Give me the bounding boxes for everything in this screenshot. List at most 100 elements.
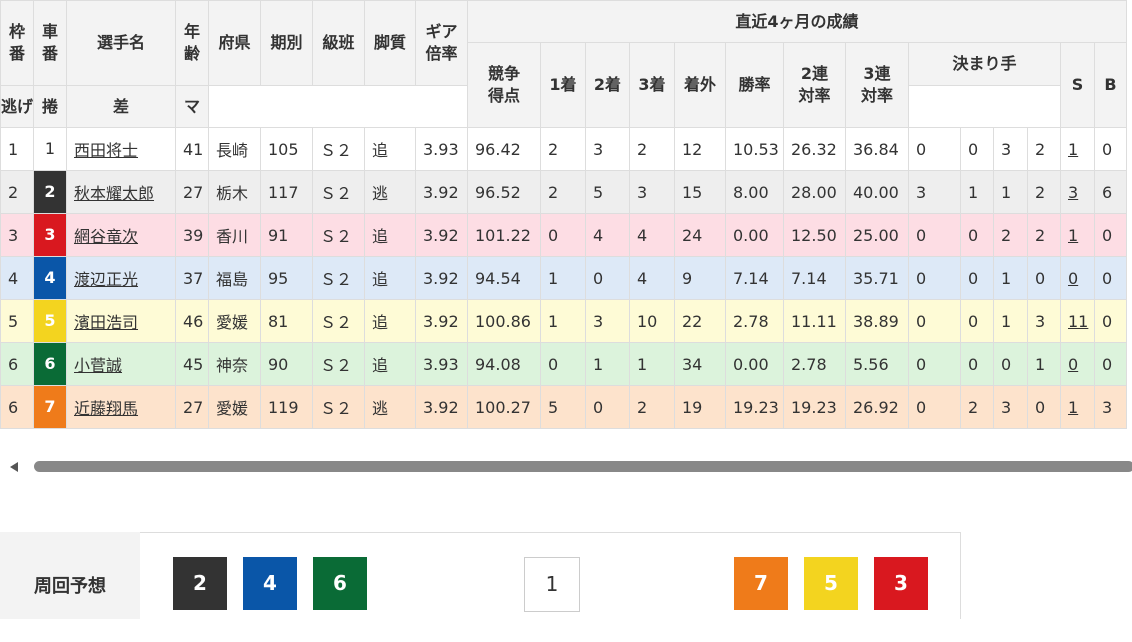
cell-cls: Ｓ２ [312, 170, 365, 214]
cell-s: 3 [1060, 170, 1095, 214]
cell-name: 渡辺正光 [66, 256, 176, 300]
cell-name: 小菅誠 [66, 342, 176, 386]
cell-out: 22 [674, 299, 726, 343]
car-number-badge: 5 [34, 300, 66, 342]
cell-sashi: 3 [993, 385, 1028, 429]
cell-waku: 2 [0, 170, 34, 214]
cell-age: 37 [175, 256, 209, 300]
cell-s: 0 [1060, 342, 1095, 386]
cell-gear: 3.93 [415, 127, 468, 171]
car-number-badge: 4 [34, 257, 66, 299]
horizontal-scrollbar[interactable] [0, 458, 1132, 476]
cell-score: 100.86 [467, 299, 541, 343]
cell-p2: 0 [585, 256, 630, 300]
header-r2: 2連 対率 [783, 42, 846, 128]
cell-p2: 5 [585, 170, 630, 214]
table-row: 2 2 秋本耀太郎 27 栃木 117 Ｓ２ 逃 3.92 96.52 2 5 3 15 8.00 28.00… [0, 170, 1127, 214]
header-makuri: 捲 [33, 85, 67, 128]
cell-s: 1 [1060, 127, 1095, 171]
s-count-link[interactable]: 0 [1068, 269, 1078, 288]
cell-sashi: 2 [993, 213, 1028, 257]
cell-makuri: 1 [960, 170, 994, 214]
header-out: 着外 [674, 42, 726, 128]
cell-sashi: 0 [993, 342, 1028, 386]
cell-r3: 25.00 [845, 213, 909, 257]
racer-name-link[interactable]: 渡辺正光 [74, 270, 138, 289]
header-p3: 3着 [629, 42, 675, 128]
cell-age: 46 [175, 299, 209, 343]
cell-p3: 3 [629, 170, 675, 214]
header-name: 選手名 [66, 0, 176, 86]
cell-p3: 4 [629, 213, 675, 257]
triangle-left-icon[interactable] [10, 462, 18, 472]
racer-name-link[interactable]: 秋本耀太郎 [74, 184, 154, 203]
cell-out: 15 [674, 170, 726, 214]
s-count-link[interactable]: 3 [1068, 183, 1078, 202]
s-count-link[interactable]: 1 [1068, 226, 1078, 245]
cell-r2: 19.23 [783, 385, 846, 429]
cell-p1: 0 [540, 342, 586, 386]
cell-r3: 38.89 [845, 299, 909, 343]
cell-nige: 0 [908, 127, 961, 171]
table-row: 6 7 近藤翔馬 27 愛媛 119 Ｓ２ 逃 3.92 100.27 5 0 2 19 19.23 19.2… [0, 385, 1127, 429]
s-count-link[interactable]: 1 [1068, 140, 1078, 159]
prediction-car-2: 2 [173, 557, 227, 610]
cell-ma: 0 [1027, 256, 1061, 300]
car-number-badge: 3 [34, 214, 66, 256]
cell-p2: 1 [585, 342, 630, 386]
lap-prediction-label: 周回予想 [0, 532, 140, 619]
cell-term: 81 [260, 299, 313, 343]
cell-car: 6 [33, 342, 67, 386]
cell-win: 0.00 [725, 213, 784, 257]
s-count-link[interactable]: 11 [1068, 312, 1088, 331]
racer-name-link[interactable]: 網谷竜次 [74, 227, 138, 246]
cell-out: 12 [674, 127, 726, 171]
header-kimarite: 決まり手 [908, 42, 1061, 86]
cell-nige: 0 [908, 385, 961, 429]
cell-ma: 3 [1027, 299, 1061, 343]
cell-waku: 5 [0, 299, 34, 343]
car-number-badge: 6 [34, 343, 66, 385]
s-count-link[interactable]: 0 [1068, 355, 1078, 374]
racer-name-link[interactable]: 近藤翔馬 [74, 399, 138, 418]
cell-name: 西田将士 [66, 127, 176, 171]
cell-s: 1 [1060, 385, 1095, 429]
prediction-car-5: 5 [804, 557, 858, 610]
cell-leg: 追 [364, 127, 416, 171]
cell-cls: Ｓ２ [312, 385, 365, 429]
cell-b: 3 [1094, 385, 1127, 429]
cell-name: 網谷竜次 [66, 213, 176, 257]
cell-out: 9 [674, 256, 726, 300]
cell-cls: Ｓ２ [312, 342, 365, 386]
table-row: 1 1 西田将士 41 長崎 105 Ｓ２ 追 3.93 96.42 2 3 2 12 10.53 26.32… [0, 127, 1127, 171]
cell-car: 4 [33, 256, 67, 300]
cell-pref: 神奈 [208, 342, 261, 386]
header-waku: 枠 番 [0, 0, 34, 86]
table-row: 4 4 渡辺正光 37 福島 95 Ｓ２ 追 3.92 94.54 1 0 4 9 7.14 7.14 35.7… [0, 256, 1127, 300]
cell-win: 19.23 [725, 385, 784, 429]
cell-p1: 1 [540, 299, 586, 343]
cell-car: 2 [33, 170, 67, 214]
car-number-badge: 7 [34, 386, 66, 428]
cell-term: 95 [260, 256, 313, 300]
cell-term: 119 [260, 385, 313, 429]
racer-name-link[interactable]: 小菅誠 [74, 356, 122, 375]
cell-cls: Ｓ２ [312, 299, 365, 343]
cell-win: 2.78 [725, 299, 784, 343]
s-count-link[interactable]: 1 [1068, 398, 1078, 417]
cell-car: 1 [33, 127, 67, 171]
header-leg: 脚質 [364, 0, 416, 86]
cell-leg: 追 [364, 342, 416, 386]
racer-name-link[interactable]: 濱田浩司 [74, 313, 138, 332]
cell-win: 0.00 [725, 342, 784, 386]
table-row: 3 3 網谷竜次 39 香川 91 Ｓ２ 追 3.92 101.22 0 4 4 24 0.00 12.50 2… [0, 213, 1127, 257]
cell-p1: 2 [540, 127, 586, 171]
cell-term: 105 [260, 127, 313, 171]
cell-p2: 4 [585, 213, 630, 257]
header-car: 車 番 [33, 0, 67, 86]
scrollbar-thumb[interactable] [34, 461, 1132, 472]
cell-b: 0 [1094, 299, 1127, 343]
racer-name-link[interactable]: 西田将士 [74, 141, 138, 160]
cell-r2: 26.32 [783, 127, 846, 171]
cell-p1: 2 [540, 170, 586, 214]
